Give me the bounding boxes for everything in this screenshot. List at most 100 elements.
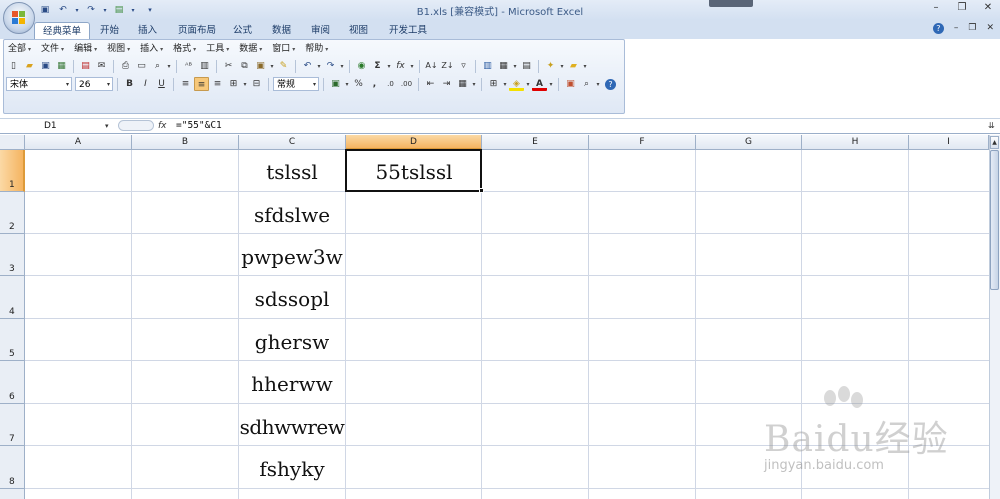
cell-c2[interactable]: sfdslwe [239,203,345,227]
menu-help[interactable]: 帮助 ▾ [302,43,335,56]
styles-icon[interactable]: ▣ [563,77,578,91]
insert-function-icon[interactable]: fx [158,119,167,133]
cell-c1[interactable]: tslssl [239,160,345,184]
cell-c6[interactable]: hherww [239,372,345,396]
menu-insert[interactable]: 插入 ▾ [137,43,170,56]
percent-style-button[interactable]: % [351,77,366,91]
menu-tools[interactable]: 工具 ▾ [203,43,236,56]
scrollbar-thumb[interactable] [990,150,999,290]
chevron-down-icon[interactable]: ▾ [316,63,322,70]
workbook-restore-button[interactable]: ❐ [968,23,976,34]
chevron-down-icon[interactable]: ▾ [409,63,415,70]
redo-icon[interactable]: ↷ [323,59,338,73]
chevron-down-icon[interactable]: ▾ [595,81,601,88]
chevron-down-icon[interactable]: ▾ [105,119,109,133]
row-header-7[interactable]: 7 [0,404,25,446]
new-document-icon[interactable]: ▯ [6,59,21,73]
column-header-b[interactable]: B [132,135,239,150]
row-header-1[interactable]: 1 [0,150,25,192]
font-color-icon[interactable]: A [532,77,547,91]
paste-icon[interactable]: ▣ [253,59,268,73]
workbook-close-button[interactable]: ✕ [986,23,994,34]
menu-format[interactable]: 格式 ▾ [170,43,203,56]
chevron-down-icon[interactable]: ▾ [548,81,554,88]
formula-bar-splitter[interactable] [118,120,154,131]
name-box[interactable]: D1 [2,119,114,133]
menu-file[interactable]: 文件 ▾ [38,43,71,56]
restore-button[interactable]: ❐ [956,2,968,13]
font-size-select[interactable]: 26 ▾ [75,77,113,91]
insert-function-icon[interactable]: fx [393,59,408,73]
align-right-icon[interactable]: ≡ [210,77,225,91]
font-name-select[interactable]: 宋体 ▾ [6,77,72,91]
chevron-down-icon[interactable]: ▾ [525,81,531,88]
increase-indent-icon[interactable]: ⇥ [439,77,454,91]
number-format-select[interactable]: 常规 ▾ [273,77,319,91]
borders-icon[interactable]: ⊞ [486,77,501,91]
undo-icon[interactable]: ↶ [300,59,315,73]
save-icon[interactable]: ▣ [38,59,53,73]
decrease-decimal-icon[interactable]: .00 [399,77,414,91]
open-folder-icon[interactable]: ▰ [22,59,37,73]
tab-formulas[interactable]: 公式 [225,22,260,39]
column-header-g[interactable]: G [696,135,802,150]
chevron-down-icon[interactable]: ▾ [471,81,477,88]
select-all-corner[interactable] [0,135,25,150]
menu-view[interactable]: 视图 ▾ [104,43,137,56]
conditional-format-icon[interactable]: ▦ [455,77,470,91]
tab-data[interactable]: 数据 [264,22,299,39]
drawing-icon[interactable]: ▤ [519,59,534,73]
merge-center-icon[interactable]: ⊞ [226,77,241,91]
underline-button[interactable]: U [154,77,169,91]
column-header-f[interactable]: F [589,135,696,150]
copy-icon[interactable]: ⧉ [237,59,252,73]
increase-decimal-icon[interactable]: .0 [383,77,398,91]
row-header-5[interactable]: 5 [0,319,25,361]
tab-review[interactable]: 审阅 [303,22,338,39]
row-header-3[interactable]: 3 [0,234,25,276]
chevron-down-icon[interactable]: ▾ [512,63,518,70]
chevron-down-icon[interactable]: ▾ [386,63,392,70]
pivot-table-icon[interactable]: ▦ [496,59,511,73]
expand-formula-bar-icon[interactable]: ⇊ [988,119,995,133]
folder-icon[interactable]: ▰ [566,59,581,73]
cell-c3[interactable]: pwpew3w [239,245,345,269]
row-header-9[interactable] [0,489,25,499]
decrease-indent-icon[interactable]: ⇤ [423,77,438,91]
chevron-down-icon[interactable]: ▾ [559,63,565,70]
tab-home[interactable]: 开始 [92,22,127,39]
tab-view[interactable]: 视图 [341,22,376,39]
zoom-icon[interactable]: ⌕ [579,77,594,91]
align-left-icon[interactable]: ≡ [178,77,193,91]
print-preview-icon[interactable]: ▭ [134,59,149,73]
help-icon[interactable]: ? [932,23,944,34]
chevron-down-icon[interactable]: ▾ [502,81,508,88]
sort-descending-icon[interactable]: Z↓ [440,59,455,73]
scroll-up-icon[interactable]: ▲ [990,136,999,149]
column-header-i[interactable]: I [909,135,989,150]
chevron-down-icon[interactable]: ▾ [339,63,345,70]
help-icon[interactable]: ? [605,78,616,90]
cut-icon[interactable]: ✂ [221,59,236,73]
bold-button[interactable]: B [122,77,137,91]
currency-format-icon[interactable]: ▣ [328,77,343,91]
chevron-down-icon[interactable]: ▾ [242,81,248,88]
row-header-4[interactable]: 4 [0,276,25,319]
tab-developer[interactable]: 开发工具 [381,22,435,39]
column-header-c[interactable]: C [239,135,346,150]
email-icon[interactable]: ✉ [94,59,109,73]
menu-edit[interactable]: 编辑 ▾ [71,43,104,56]
filter-icon[interactable]: ▿ [456,59,471,73]
column-header-e[interactable]: E [482,135,589,150]
chevron-down-icon[interactable]: ▾ [166,63,172,70]
chevron-down-icon[interactable]: ▾ [269,63,275,70]
tab-classic-menu[interactable]: 经典菜单 [34,22,91,40]
tab-page-layout[interactable]: 页面布局 [170,22,224,39]
workbook-minimize-button[interactable]: – [954,23,959,34]
research-book-icon[interactable]: ▥ [197,59,212,73]
column-header-h[interactable]: H [802,135,909,150]
align-center-icon[interactable]: ≡ [194,77,209,91]
menu-data[interactable]: 数据 ▾ [236,43,269,56]
permission-icon[interactable]: ▦ [54,59,69,73]
formula-input[interactable]: ="55"&C1 [176,119,222,133]
